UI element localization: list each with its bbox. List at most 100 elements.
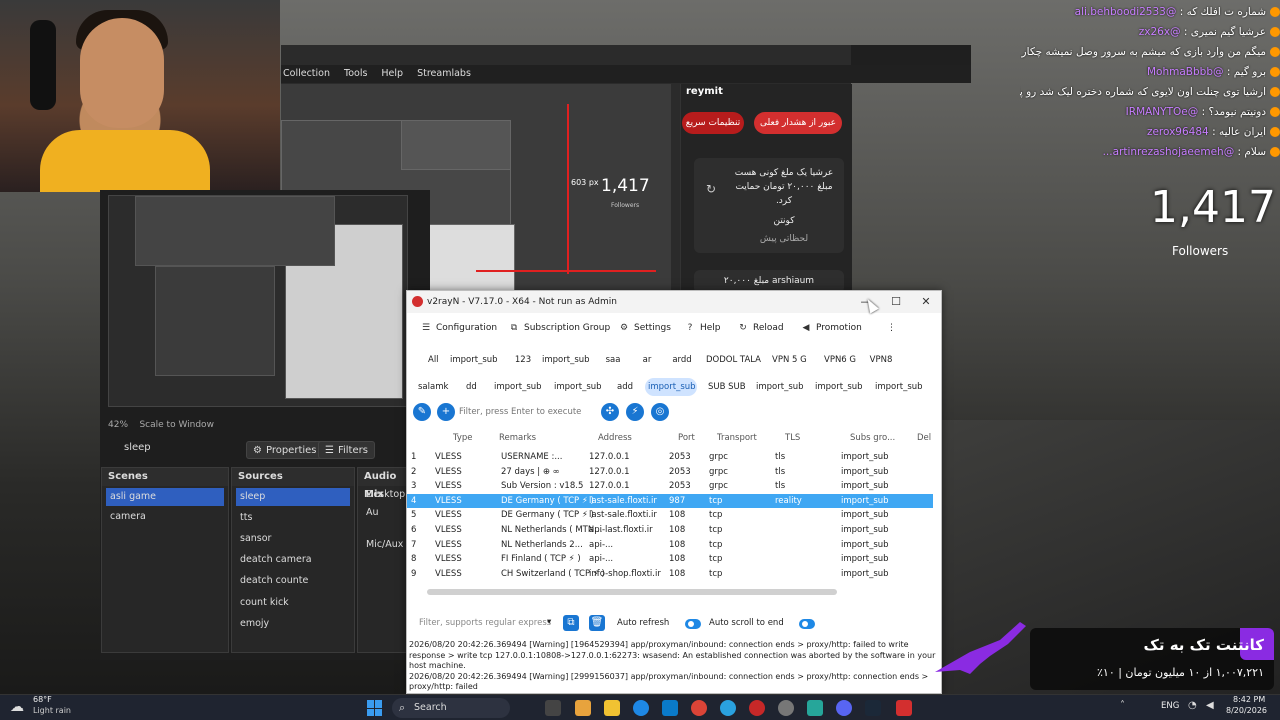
- subscription-tab[interactable]: saa: [602, 351, 624, 369]
- ping-icon[interactable]: ◎: [651, 403, 669, 421]
- network-icon[interactable]: ◔: [1188, 700, 1197, 711]
- column-header[interactable]: Transport: [717, 429, 757, 447]
- speedtest-icon[interactable]: ⚡: [626, 403, 644, 421]
- edge-icon[interactable]: [633, 700, 649, 716]
- subscription-tab[interactable]: import_sub: [872, 378, 924, 396]
- properties-button[interactable]: ⚙ Properties: [246, 441, 324, 459]
- subscription-tab[interactable]: import_sub: [491, 378, 543, 396]
- menu-collection[interactable]: Collection: [283, 65, 330, 83]
- replay-icon[interactable]: ↻: [706, 182, 716, 196]
- source-item[interactable]: deatch camera: [236, 551, 350, 569]
- column-header[interactable]: Subs gro...: [850, 429, 895, 447]
- close-button[interactable]: ✕: [911, 291, 941, 313]
- menu-help[interactable]: Help: [381, 65, 403, 83]
- source-item[interactable]: tts: [236, 509, 350, 527]
- column-header[interactable]: Address: [598, 429, 632, 447]
- folder-icon[interactable]: [604, 700, 620, 716]
- weather-temp[interactable]: 68°F: [33, 695, 52, 704]
- column-header[interactable]: Port: [678, 429, 695, 447]
- maximize-button[interactable]: ☐: [881, 291, 911, 313]
- help-menu[interactable]: ? Help: [685, 318, 721, 338]
- auto-refresh-toggle[interactable]: [685, 619, 701, 629]
- log-filter-input[interactable]: Filter, supports regular express: [419, 618, 551, 628]
- subscription-tab[interactable]: import_sub: [812, 378, 864, 396]
- subscription-tab[interactable]: import_sub: [447, 351, 499, 369]
- horizontal-scrollbar[interactable]: [427, 589, 837, 595]
- more-options-icon[interactable]: ⋮: [887, 318, 896, 338]
- table-row[interactable]: 2 VLESS 27 days | ⊕ ∞ 127.0.0.1 2053 grpc tls i…: [407, 465, 933, 480]
- menu-streamlabs[interactable]: Streamlabs: [417, 65, 471, 83]
- column-header[interactable]: TLS: [785, 429, 800, 447]
- quick-settings-button[interactable]: تنظیمات سریع: [682, 112, 744, 134]
- copy-icon[interactable]: ⧉: [563, 615, 579, 631]
- table-row[interactable]: 1 VLESS USERNAME :... 127.0.0.1 2053 grpc tls i…: [407, 450, 933, 465]
- subscription-tab[interactable]: salamk: [415, 378, 448, 396]
- subscription-tab[interactable]: import_sub: [645, 378, 697, 396]
- auto-scroll-toggle[interactable]: [799, 619, 815, 629]
- subscription-tab[interactable]: import_sub: [551, 378, 603, 396]
- scene-item[interactable]: camera: [106, 508, 224, 526]
- subscription-tab[interactable]: All: [425, 351, 441, 369]
- table-row[interactable]: 4 VLESS DE Germany ( TCP ⚡ ) last-sale.flox…: [407, 493, 933, 509]
- language-indicator[interactable]: ENG: [1161, 701, 1179, 711]
- subscription-tab[interactable]: add: [614, 378, 634, 396]
- weather-desc[interactable]: Light rain: [33, 706, 71, 715]
- source-item[interactable]: sansor: [236, 530, 350, 548]
- subscription-tab[interactable]: DODOL TALA: [703, 351, 761, 369]
- menu-tools[interactable]: Tools: [344, 65, 367, 83]
- task-view-icon[interactable]: [545, 700, 561, 716]
- weather-icon[interactable]: ☁: [10, 699, 24, 715]
- clock-time[interactable]: 8:42 PM: [1233, 695, 1265, 704]
- table-row[interactable]: 5 VLESS DE Germany ( TCP ⚡ ) last-sale.flox…: [407, 508, 933, 523]
- table-row[interactable]: 9 VLESS CH Switzerland ( TCP ⚡ ) info-shop.…: [407, 567, 933, 582]
- subscription-tab[interactable]: VPN6 G: [819, 351, 861, 369]
- table-row[interactable]: 7 VLESS NL Netherlands 2... api-... 108 tcp im…: [407, 538, 933, 553]
- reload-button[interactable]: ↻ Reload: [738, 318, 783, 338]
- configuration-menu[interactable]: ☰ Configuration: [421, 318, 497, 338]
- settings-menu[interactable]: ⚙ Settings: [619, 318, 671, 338]
- subscription-tab[interactable]: import_sub: [539, 351, 591, 369]
- column-header[interactable]: Remarks: [499, 429, 536, 447]
- v2rayn-taskbar-icon[interactable]: [896, 700, 912, 716]
- subscription-tab[interactable]: 123: [511, 351, 535, 369]
- clear-log-icon[interactable]: 🗑: [589, 615, 605, 631]
- windows-start-icon[interactable]: [367, 700, 383, 716]
- subscription-tab[interactable]: VPN8: [865, 351, 897, 369]
- chrome-icon[interactable]: [691, 700, 707, 716]
- subscription-tab[interactable]: dd: [463, 378, 479, 396]
- discord-icon[interactable]: [836, 700, 852, 716]
- server-filter-input[interactable]: [459, 404, 619, 420]
- app-icon[interactable]: [749, 700, 765, 716]
- edit-icon[interactable]: ✎: [413, 403, 431, 421]
- volume-icon[interactable]: ◀: [1206, 700, 1214, 711]
- clock-date[interactable]: 8/20/2026: [1226, 706, 1267, 715]
- subscription-group-menu[interactable]: ⧉ Subscription Group: [509, 318, 610, 338]
- steam-icon[interactable]: [865, 700, 881, 716]
- subscription-tab[interactable]: SUB SUB: [705, 378, 746, 396]
- column-header[interactable]: Type: [453, 429, 473, 447]
- subscription-tab[interactable]: import_sub: [753, 378, 805, 396]
- column-header[interactable]: Del: [917, 429, 931, 447]
- source-item[interactable]: count kick: [236, 594, 350, 612]
- subscription-tab[interactable]: ardd: [669, 351, 695, 369]
- obs-icon[interactable]: [778, 700, 794, 716]
- source-item[interactable]: deatch counte: [236, 572, 350, 590]
- store-icon[interactable]: [662, 700, 678, 716]
- chevron-up-icon[interactable]: ˄: [1120, 700, 1125, 711]
- skip-alert-button[interactable]: عبور از هشدار فعلی: [754, 112, 842, 134]
- subscription-tab[interactable]: ar: [639, 351, 655, 369]
- files-icon[interactable]: [575, 700, 591, 716]
- table-row[interactable]: 3 VLESS Sub Version : v18.5 127.0.0.1 2053 gr…: [407, 479, 933, 494]
- telegram-icon[interactable]: [720, 700, 736, 716]
- chevron-down-icon[interactable]: ▾: [547, 617, 551, 627]
- app-icon[interactable]: [807, 700, 823, 716]
- zoom-mode[interactable]: Scale to Window: [139, 420, 213, 430]
- table-row[interactable]: 8 VLESS FI Finland ( TCP ⚡ ) api-... 108 tcp i…: [407, 552, 933, 567]
- table-row[interactable]: 6 VLESS NL Netherlands ( MTN... api-last.fl…: [407, 523, 933, 538]
- scene-item[interactable]: asli game: [106, 488, 224, 506]
- add-icon[interactable]: +: [437, 403, 455, 421]
- source-item[interactable]: emojy: [236, 615, 350, 633]
- move-icon[interactable]: ✣: [601, 403, 619, 421]
- promotion-button[interactable]: ◀ Promotion: [801, 318, 862, 338]
- taskbar-search[interactable]: ⌕ Search: [392, 698, 510, 718]
